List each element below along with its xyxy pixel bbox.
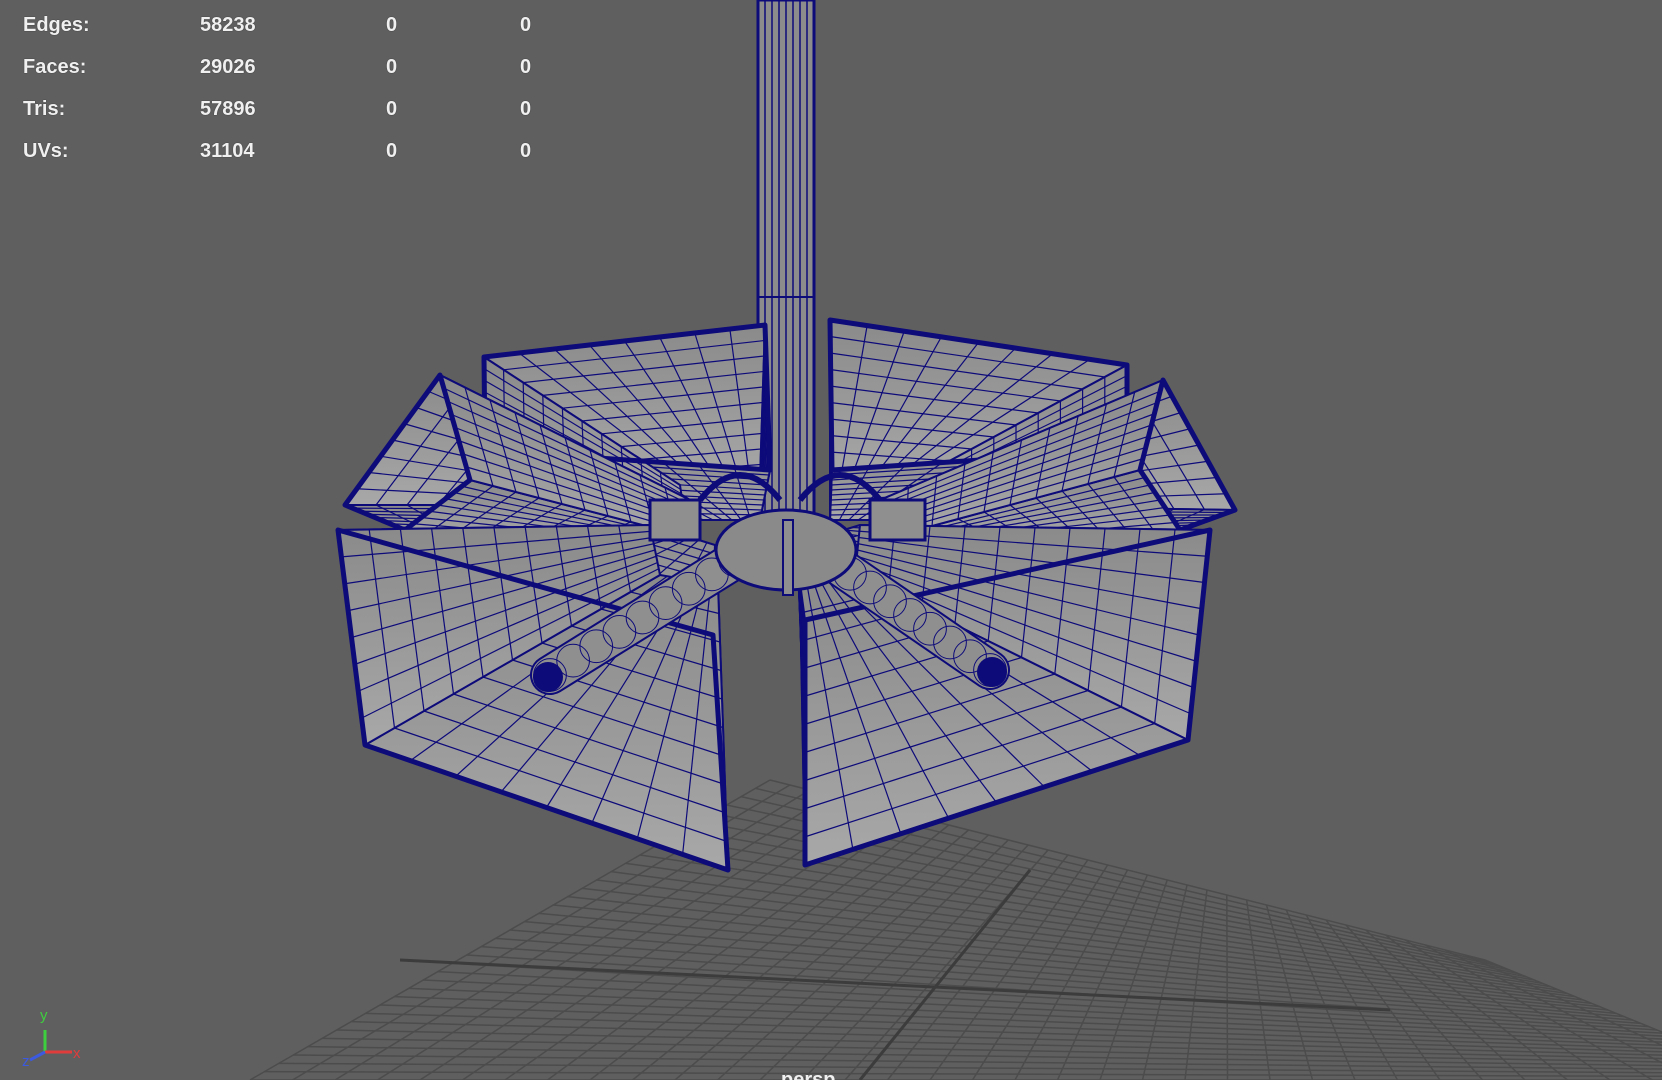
hud-label: Edges: (23, 14, 90, 36)
hud-row-edges: Edges: 58238 0 0 (22, 8, 582, 50)
axis-y-label: y (40, 1007, 48, 1024)
hud-row-uvs: UVs: 31104 0 0 (22, 134, 582, 176)
perspective-viewport[interactable]: Edges: 58238 0 0 Faces: 29026 0 0 Tris: … (0, 0, 1662, 1080)
axis-x-label: x (73, 1045, 81, 1062)
hud-total: 58238 (200, 14, 256, 36)
hud-component: 0 (520, 98, 532, 120)
hud-label: Faces: (23, 56, 87, 78)
hud-row-faces: Faces: 29026 0 0 (22, 50, 582, 92)
hud-component: 0 (520, 140, 532, 162)
hud-component: 0 (520, 14, 532, 36)
hud-label: Tris: (23, 98, 66, 120)
ground-grid (249, 779, 1662, 1080)
hud-label: UVs: (23, 140, 69, 162)
poly-count-hud: Edges: 58238 0 0 Faces: 29026 0 0 Tris: … (22, 8, 582, 176)
hud-row-tris: Tris: 57896 0 0 (22, 92, 582, 134)
hud-component: 0 (520, 56, 532, 78)
hud-selected: 0 (386, 98, 398, 120)
hud-total: 57896 (200, 98, 256, 120)
hud-total: 31104 (200, 140, 255, 162)
axis-z-label: z (22, 1053, 30, 1070)
hud-selected: 0 (386, 14, 398, 36)
hud-selected: 0 (386, 140, 398, 162)
camera-name-label: persp (781, 1069, 836, 1080)
axis-gizmo-icon: y x z (22, 1007, 81, 1070)
horn-speaker-front-left (335, 524, 731, 873)
hud-total: 29026 (200, 56, 256, 78)
hud-selected: 0 (386, 56, 398, 78)
